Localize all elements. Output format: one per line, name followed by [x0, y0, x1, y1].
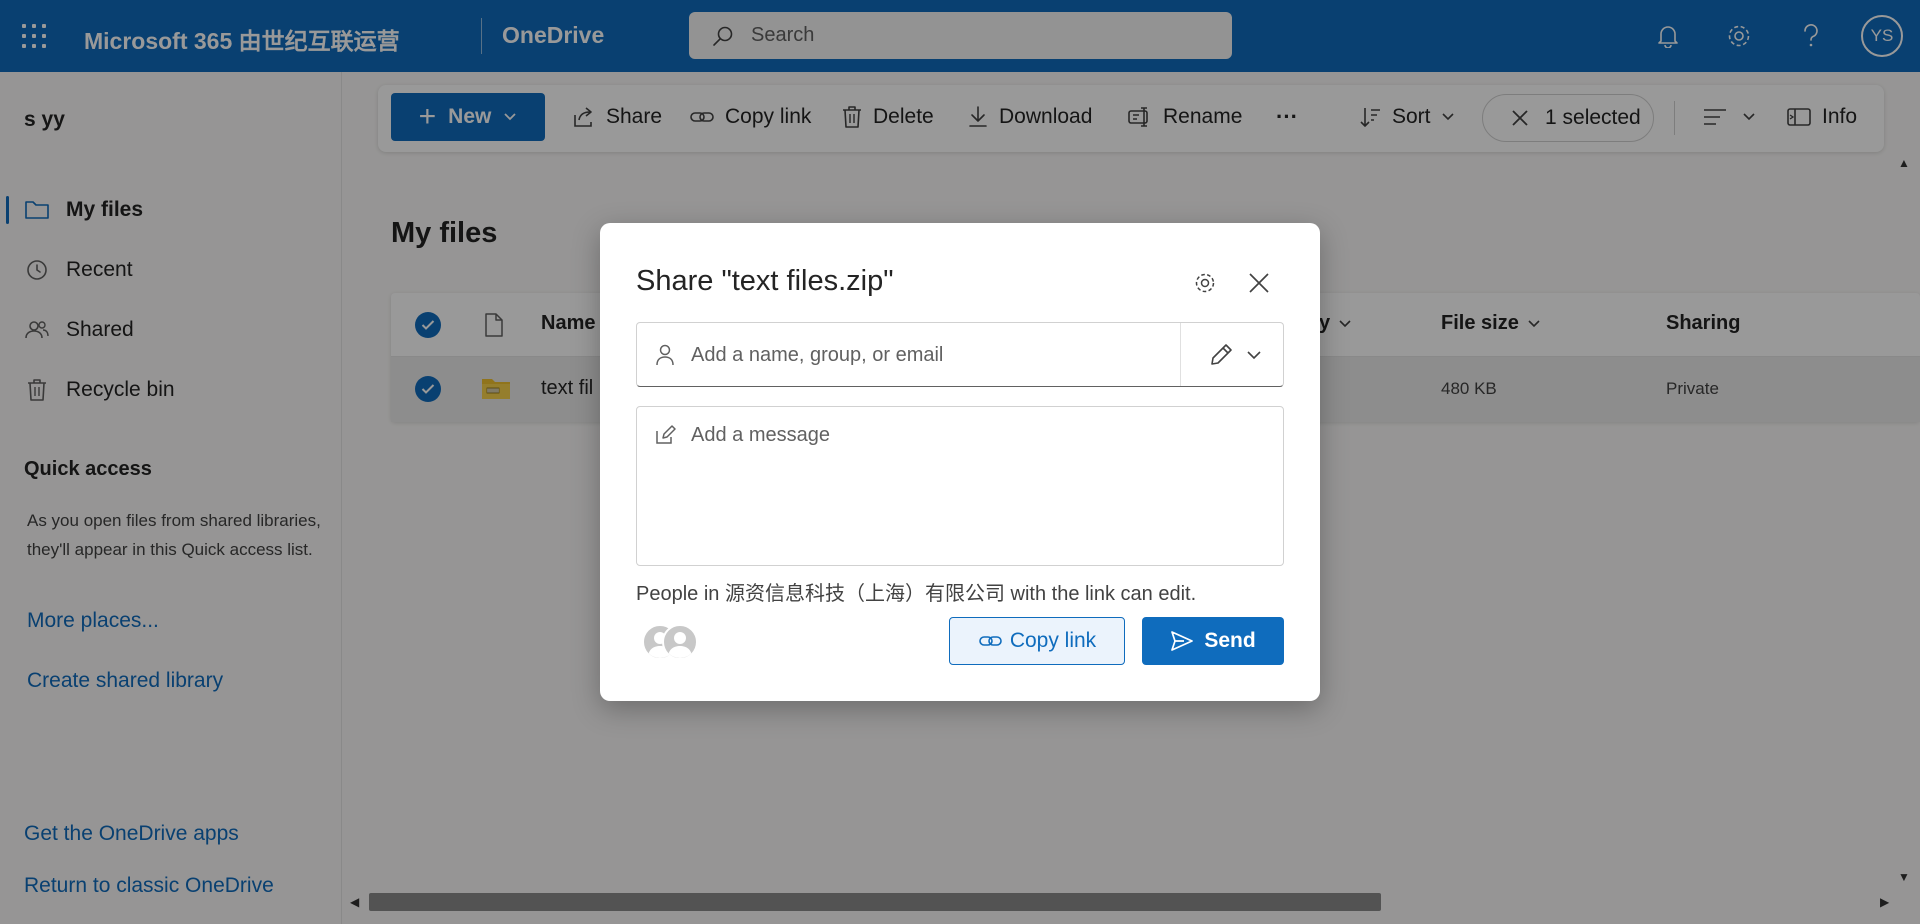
- permission-divider: [1180, 323, 1181, 386]
- message-placeholder: Add a message: [691, 424, 830, 446]
- send-button[interactable]: Send: [1142, 617, 1284, 665]
- copy-link-label: Copy link: [1009, 629, 1097, 652]
- chevron-down-icon: [1247, 351, 1261, 360]
- dialog-title: Share "text files.zip": [636, 265, 894, 297]
- permission-dropdown[interactable]: [1193, 335, 1277, 375]
- people-picker-input[interactable]: Add a name, group, or email: [636, 322, 1284, 387]
- link-icon: [979, 636, 1002, 646]
- share-dialog: Share "text files.zip" Add a name, group…: [600, 223, 1320, 701]
- people-picker-placeholder: Add a name, group, or email: [691, 344, 944, 366]
- edit-pencil-icon: [1211, 344, 1232, 365]
- compose-message-icon: [656, 425, 676, 444]
- person-icon: [656, 344, 674, 366]
- shared-with-avatars[interactable]: [642, 624, 702, 666]
- close-dialog-icon[interactable]: [1242, 266, 1276, 300]
- person-avatar-icon: [662, 624, 698, 660]
- copy-link-button[interactable]: Copy link: [949, 617, 1125, 665]
- link-settings-description[interactable]: People in 源资信息科技（上海）有限公司 with the link c…: [636, 577, 1196, 606]
- send-label: Send: [1204, 629, 1256, 652]
- message-textarea[interactable]: Add a message: [636, 406, 1284, 566]
- sharing-settings-gear-icon[interactable]: [1188, 266, 1222, 300]
- send-icon: [1171, 631, 1194, 651]
